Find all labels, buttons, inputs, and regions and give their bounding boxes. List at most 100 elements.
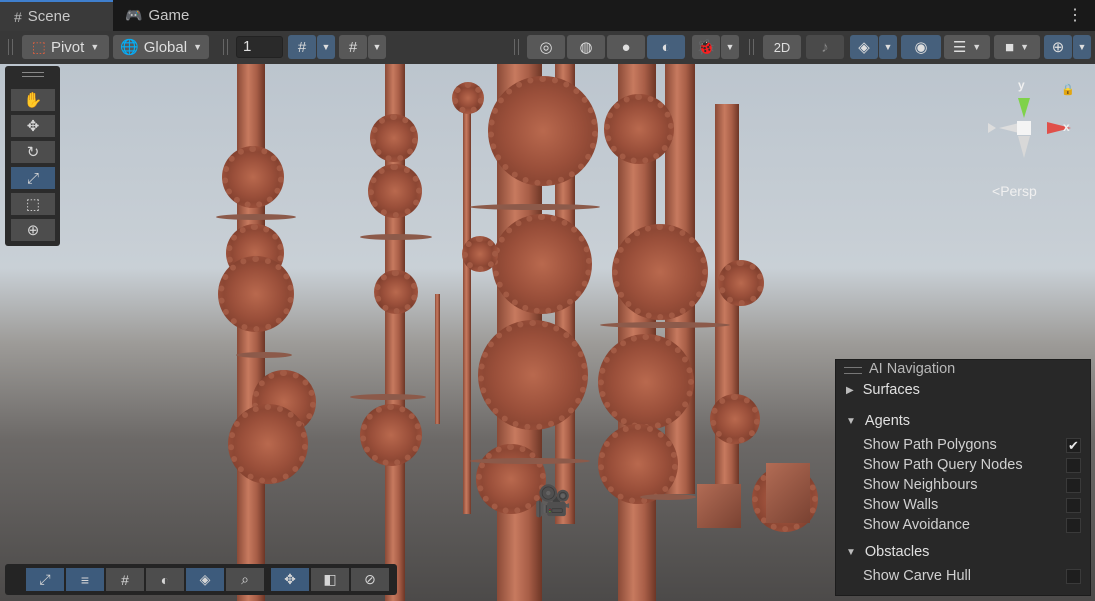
camera-icon[interactable]: 🎥 — [534, 484, 571, 519]
scene-toolbar: ⬚ Pivot ▼ 🌐 Global ▼ 1 # ▼ # ▼ ◎ ◍ ● ◐ 🐞… — [0, 31, 1095, 65]
toolbar-grip[interactable] — [749, 39, 754, 55]
hand-tool-icon[interactable]: ✋ — [10, 88, 56, 112]
show-walls-checkbox[interactable] — [1066, 498, 1081, 513]
disc-object — [470, 458, 590, 464]
debug-draw-mode-icon[interactable]: 🐞 — [692, 35, 720, 59]
toolbar-grip[interactable] — [223, 39, 228, 55]
global-label: Global — [143, 38, 188, 56]
projection-toggle[interactable]: <Persp — [992, 183, 1037, 199]
tab-game[interactable]: 🎮 Game — [125, 0, 215, 31]
pivot-dropdown[interactable]: ⬚ Pivot ▼ — [22, 35, 109, 59]
grid-icon: # — [14, 8, 22, 25]
shaded-icon[interactable]: ● — [607, 35, 645, 59]
toolbar-grip[interactable] — [8, 39, 13, 55]
section-surfaces-label: Surfaces — [862, 382, 920, 398]
unlit-shading-icon[interactable]: ◐ — [647, 35, 685, 59]
gear-object — [218, 256, 294, 332]
grid-snapping-icon[interactable]: # — [106, 568, 144, 591]
gear-object — [718, 260, 764, 306]
chevron-right-icon: ▶ — [846, 384, 854, 396]
2d-mode-icon[interactable]: 2D — [763, 35, 801, 59]
chevron-down-icon: ▼ — [90, 42, 100, 52]
rect-tool-icon[interactable]: ⬚ — [10, 192, 56, 216]
overlay-grip[interactable] — [22, 72, 44, 77]
lighting-icon[interactable]: ◐ — [146, 568, 184, 591]
disc-object — [236, 352, 292, 358]
chevron-down-icon[interactable]: ▼ — [1073, 35, 1091, 59]
ai-navigation-panel: AI Navigation ▶ Surfaces ▼ Agents Show P… — [835, 359, 1091, 596]
rotate-tool-icon[interactable]: ↻ — [10, 140, 56, 164]
show-neighbours-checkbox[interactable] — [1066, 478, 1081, 493]
option-label: Show Avoidance — [863, 517, 970, 533]
option-label: Show Neighbours — [863, 477, 978, 493]
compass-icon[interactable]: ⊘ — [351, 568, 389, 591]
disc-object — [600, 322, 730, 328]
gizmo-x-label: x — [1063, 120, 1070, 134]
disc-object — [360, 234, 432, 240]
disc-object — [216, 214, 296, 220]
option-label: Show Path Polygons — [863, 437, 997, 453]
gear-object — [370, 114, 418, 162]
tools-overlay: ✋ ✥ ↻ ⤢ ⬚ ⊕ — [5, 66, 60, 246]
effects-icon[interactable]: ◈ — [850, 35, 878, 59]
gear-object — [360, 404, 422, 466]
gear-object — [492, 214, 592, 314]
persp-arrow-icon: < — [992, 183, 1001, 199]
wireframe-shading-icon[interactable]: ◎ — [527, 35, 565, 59]
scale-overlay-icon[interactable]: ⤢ — [26, 568, 64, 591]
toolbar-grip[interactable] — [514, 39, 519, 55]
gizmos-icon[interactable]: ⊕ — [1044, 35, 1072, 59]
transform-tool-icon[interactable]: ⊕ — [10, 218, 56, 242]
section-obstacles-label: Obstacles — [864, 544, 930, 560]
chevron-down-icon[interactable]: ▼ — [368, 35, 386, 59]
scale-tool-icon[interactable]: ⤢ — [10, 166, 56, 190]
audio-toggle-icon[interactable]: ♪ — [806, 35, 844, 59]
gear-object — [598, 334, 694, 430]
grid-visibility-icon[interactable]: # — [339, 35, 367, 59]
chevron-down-icon[interactable]: ▼ — [879, 35, 897, 59]
move-pivot-icon[interactable]: ✥ — [271, 568, 309, 591]
show-path-query-nodes-checkbox[interactable] — [1066, 458, 1081, 473]
sliders-icon[interactable]: ≡ — [66, 568, 104, 591]
navmesh-surface-icon[interactable]: ◈ — [186, 568, 224, 591]
section-surfaces[interactable]: ▶ Surfaces — [846, 382, 920, 398]
visibility-eye-icon[interactable]: ◉ — [901, 35, 941, 59]
bottom-overlay-toolbar: ⤢ ≡ # ◐ ◈ ⌕ ✥ ◧ ⊘ — [5, 564, 397, 595]
gear-object — [710, 394, 760, 444]
chevron-down-icon[interactable]: ▼ — [317, 35, 335, 59]
gear-object — [228, 404, 308, 484]
camera-preview-icon[interactable]: ◧ — [311, 568, 349, 591]
pivot-icon: ⬚ — [31, 39, 46, 56]
disc-object — [470, 204, 600, 210]
chevron-down-icon[interactable]: ▼ — [721, 35, 739, 59]
global-dropdown[interactable]: 🌐 Global ▼ — [113, 35, 209, 59]
panel-grip[interactable] — [844, 367, 862, 374]
show-avoidance-checkbox[interactable] — [1066, 518, 1081, 533]
move-tool-icon[interactable]: ✥ — [10, 114, 56, 138]
gamepad-icon: 🎮 — [125, 7, 143, 23]
tab-scene[interactable]: # Scene — [0, 0, 113, 31]
section-obstacles[interactable]: ▼ Obstacles — [846, 544, 929, 560]
chevron-down-icon: ▼ — [193, 42, 202, 52]
section-agents-label: Agents — [864, 413, 911, 429]
disc-object — [350, 394, 426, 400]
gear-object — [604, 94, 674, 164]
lock-icon[interactable]: 🔒 — [1061, 83, 1075, 96]
layers-icon[interactable]: ☰ ▼ — [944, 35, 990, 59]
disc-object — [640, 494, 696, 500]
pivot-label: Pivot — [50, 38, 85, 56]
camera-settings-icon[interactable]: ■ ▼ — [994, 35, 1040, 59]
more-menu-icon[interactable]: ⋮ — [1067, 5, 1083, 25]
gear-object — [488, 76, 598, 186]
search-icon[interactable]: ⌕ — [226, 568, 264, 591]
section-agents[interactable]: ▼ Agents — [846, 413, 910, 429]
gear-object — [598, 424, 678, 504]
show-path-polygons-checkbox[interactable]: ✔ — [1066, 438, 1081, 453]
show-carve-hull-checkbox[interactable] — [1066, 569, 1081, 584]
tab-scene-label: Scene — [27, 8, 71, 25]
shaded-wireframe-icon[interactable]: ◍ — [567, 35, 605, 59]
gear-object — [452, 82, 484, 114]
panel-title: AI Navigation — [869, 361, 956, 377]
grid-increment-field[interactable]: 1 — [236, 36, 283, 58]
grid-snap-icon[interactable]: # — [288, 35, 316, 59]
